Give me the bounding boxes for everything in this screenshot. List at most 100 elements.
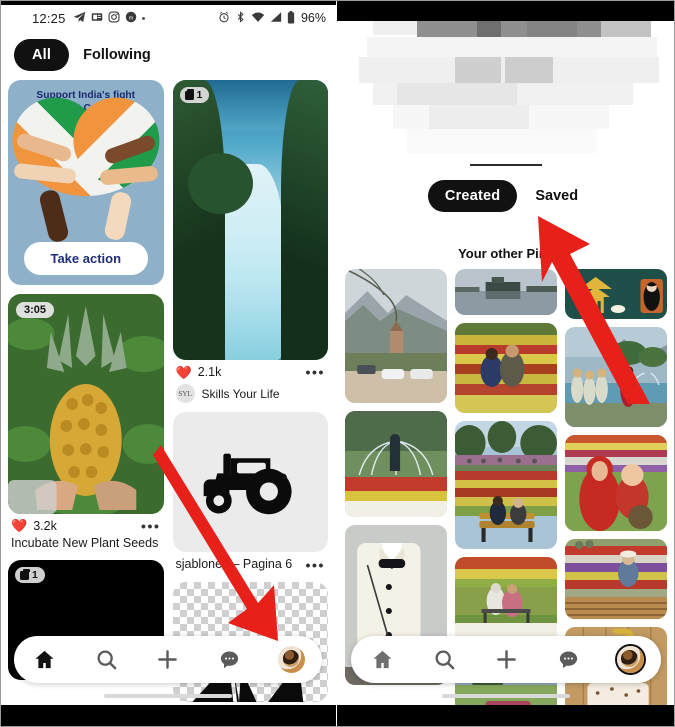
grid-pin-lake-reflection[interactable] xyxy=(455,269,557,315)
carousel-badge: 1 xyxy=(15,567,45,584)
video-duration-badge: 3:05 xyxy=(16,301,55,318)
pixel-block xyxy=(477,21,501,37)
covid-card-image: Support India's fight against Covid-19 T… xyxy=(8,80,164,285)
tab-following[interactable]: Following xyxy=(77,39,157,71)
bottom-nav-bar xyxy=(14,636,322,683)
pixel-block xyxy=(505,57,553,83)
grid-pin-mountain-valley[interactable] xyxy=(345,269,447,403)
avatar: SYL xyxy=(175,384,195,403)
hand-shape xyxy=(38,187,70,244)
gesture-home-indicator xyxy=(104,694,232,698)
telegram-icon xyxy=(73,11,86,26)
section-heading-other-pins: Your other Pins xyxy=(337,214,675,269)
status-bar: 12:25 m 96% xyxy=(0,5,336,31)
news-icon xyxy=(91,11,103,25)
grid-pin-fountain-crowd[interactable] xyxy=(565,327,667,427)
pin-meta-waterfall: ❤️ 2.1k ••• xyxy=(173,360,329,379)
grid-pin-farmer-tulip-rows[interactable] xyxy=(565,539,667,619)
pixel-block xyxy=(601,21,651,37)
bluetooth-icon xyxy=(235,11,246,25)
tractor-icon xyxy=(203,453,292,515)
stack-icon xyxy=(184,88,194,100)
gesture-home-indicator xyxy=(442,694,570,698)
nav-search-icon[interactable] xyxy=(427,643,461,677)
pin-title: Incubate New Plant Seeds xyxy=(11,535,159,550)
grid-pin-fountain-tulips[interactable] xyxy=(345,411,447,517)
right-phone-screen: Created Saved Your other Pins xyxy=(337,21,675,705)
grid-pin-woman-child-lawn[interactable] xyxy=(565,435,667,531)
pixel-block xyxy=(407,129,597,153)
nav-create-plus-icon[interactable] xyxy=(151,643,185,677)
battery-percent: 96% xyxy=(300,11,326,25)
pixel-block xyxy=(527,21,577,37)
instagram-icon xyxy=(108,11,120,25)
feed-column-1: Support India's fight against Covid-19 T… xyxy=(8,80,164,702)
rock-left xyxy=(172,80,226,360)
rock-right xyxy=(281,80,328,360)
nav-home-icon[interactable] xyxy=(28,643,62,677)
hand-shape xyxy=(102,189,133,242)
grid-pin-tulip-couple[interactable] xyxy=(455,323,557,413)
profile-header-blurred xyxy=(337,21,675,176)
avatar xyxy=(616,646,644,673)
bottom-nav-bar xyxy=(351,636,661,683)
pin-meta-tractor: sjablonen – Pagina 6 ••• xyxy=(173,552,329,573)
pin-overflow-menu[interactable]: ••• xyxy=(305,365,325,379)
nav-home-icon[interactable] xyxy=(365,643,399,677)
pin-title: sjablonen – Pagina 6 xyxy=(175,557,293,571)
battery-icon xyxy=(287,10,295,26)
pin-covid-support[interactable]: Support India's fight against Covid-19 T… xyxy=(8,80,164,285)
right-phone-screenshot: Created Saved Your other Pins xyxy=(337,0,675,727)
heart-icon: ❤️ xyxy=(11,518,28,533)
carousel-count: 1 xyxy=(196,89,203,101)
pineapple-image: 3:05 xyxy=(8,293,164,514)
pin-overflow-menu[interactable]: ••• xyxy=(305,558,325,572)
panel-divider xyxy=(336,0,337,727)
pin-overflow-menu[interactable]: ••• xyxy=(141,519,161,533)
left-phone-screenshot: 12:25 m 96% All Following Support India'… xyxy=(0,0,336,727)
pin-feed: Support India's fight against Covid-19 T… xyxy=(0,80,336,702)
app-badge-icon: m xyxy=(125,11,137,25)
feed-tab-bar: All Following xyxy=(0,31,336,80)
tab-created[interactable]: Created xyxy=(427,180,518,212)
like-count: 3.2k xyxy=(33,518,57,533)
hands-heart-illustration xyxy=(13,109,159,244)
nav-search-icon[interactable] xyxy=(89,643,123,677)
grid-pin-pagoda-illustration[interactable] xyxy=(565,269,667,319)
screenshot-root: 12:25 m 96% All Following Support India'… xyxy=(0,0,675,727)
nav-create-plus-icon[interactable] xyxy=(489,643,523,677)
waterfall-image: 1 xyxy=(172,80,328,360)
heart-icon: ❤️ xyxy=(175,364,192,380)
status-bar-left: 12:25 m xyxy=(10,11,145,26)
nav-messages-icon[interactable] xyxy=(551,643,585,677)
svg-text:m: m xyxy=(128,15,133,21)
grid-pin-park-bench-tulips[interactable] xyxy=(455,421,557,549)
profile-tab-bar: Created Saved xyxy=(337,176,675,214)
like-count: 2.1k xyxy=(197,365,222,379)
pin-meta-pineapple: ❤️ 3.2k ••• xyxy=(8,514,164,533)
pin-tractor[interactable]: sjablonen – Pagina 6 ••• xyxy=(172,412,329,573)
wifi-icon xyxy=(251,11,265,25)
pixel-block xyxy=(455,57,501,83)
pixel-block xyxy=(429,105,529,129)
pin-waterfall[interactable]: 1 ❤️ 2.1k ••• SYL Skills Your Life xyxy=(172,80,329,403)
tab-saved[interactable]: Saved xyxy=(529,180,584,212)
pixel-block xyxy=(367,37,657,57)
nav-profile-avatar[interactable] xyxy=(274,643,308,677)
more-dot-icon xyxy=(141,16,145,20)
left-phone-screen: 12:25 m 96% All Following Support India'… xyxy=(0,5,336,705)
nav-profile-avatar[interactable] xyxy=(613,643,647,677)
profile-divider xyxy=(470,164,542,166)
nav-messages-icon[interactable] xyxy=(213,643,247,677)
alarm-icon xyxy=(218,11,230,25)
pin-author-row[interactable]: SYL Skills Your Life xyxy=(173,379,329,403)
carousel-count: 1 xyxy=(32,569,38,582)
stack-icon xyxy=(20,568,30,580)
tab-all[interactable]: All xyxy=(14,39,70,71)
tractor-image xyxy=(172,412,328,552)
author-name: Skills Your Life xyxy=(201,386,280,401)
pixel-block xyxy=(397,83,517,105)
take-action-button[interactable]: Take action xyxy=(24,241,148,275)
carousel-badge: 1 xyxy=(179,87,210,103)
pin-pineapple[interactable]: 3:05 ❤️ 3.2k ••• Incubate New Plant Seed… xyxy=(8,293,164,552)
